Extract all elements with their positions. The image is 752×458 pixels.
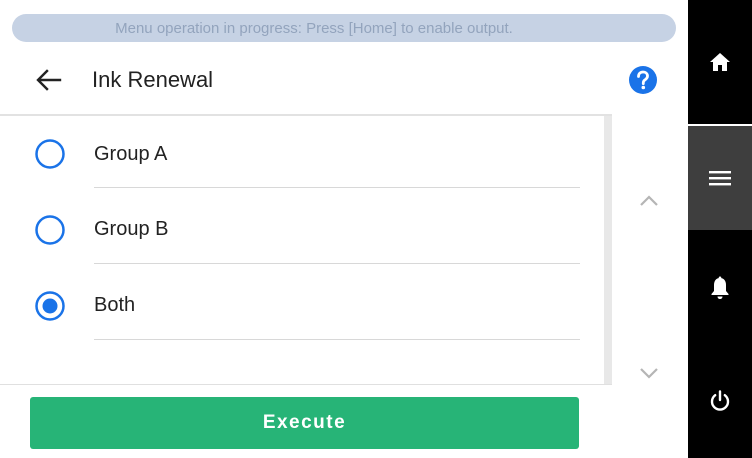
option-group-a[interactable]: Group A [0, 116, 604, 192]
option-label: Group A [94, 143, 168, 165]
nav-power-button[interactable] [688, 344, 752, 458]
chevron-down-icon[interactable] [634, 358, 664, 388]
radio-unselected-icon[interactable] [34, 138, 66, 170]
option-list: Group A Group B Both [0, 116, 604, 384]
option-group-b[interactable]: Group B [0, 192, 604, 268]
option-divider [94, 339, 580, 340]
power-icon [710, 390, 730, 411]
scrollbar-track[interactable] [604, 116, 612, 384]
option-label: Both [94, 294, 136, 316]
page-header: Ink Renewal [0, 44, 688, 116]
option-divider [94, 263, 580, 264]
execute-button[interactable]: Execute [30, 397, 579, 449]
nav-home-button[interactable] [688, 0, 752, 124]
bell-icon [711, 276, 729, 299]
chevron-up-icon[interactable] [634, 186, 664, 216]
home-icon [710, 53, 730, 71]
page-title: Ink Renewal [92, 67, 214, 92]
footer-divider [0, 384, 612, 385]
side-navigation [688, 0, 752, 458]
status-banner: Menu operation in progress: Press [Home]… [12, 14, 676, 42]
option-divider [94, 187, 580, 188]
main-panel: Menu operation in progress: Press [Home]… [0, 0, 688, 458]
nav-menu-button[interactable] [688, 126, 752, 230]
option-both[interactable]: Both [0, 268, 604, 344]
nav-notifications-button[interactable] [688, 232, 752, 344]
hamburger-menu-icon [709, 171, 731, 186]
radio-selected-icon[interactable] [34, 290, 66, 322]
back-arrow-icon[interactable] [36, 68, 62, 92]
status-banner-text: Menu operation in progress: Press [Home]… [115, 19, 513, 37]
option-label: Group B [94, 218, 169, 240]
help-icon[interactable] [628, 65, 658, 95]
radio-unselected-icon[interactable] [34, 214, 66, 246]
